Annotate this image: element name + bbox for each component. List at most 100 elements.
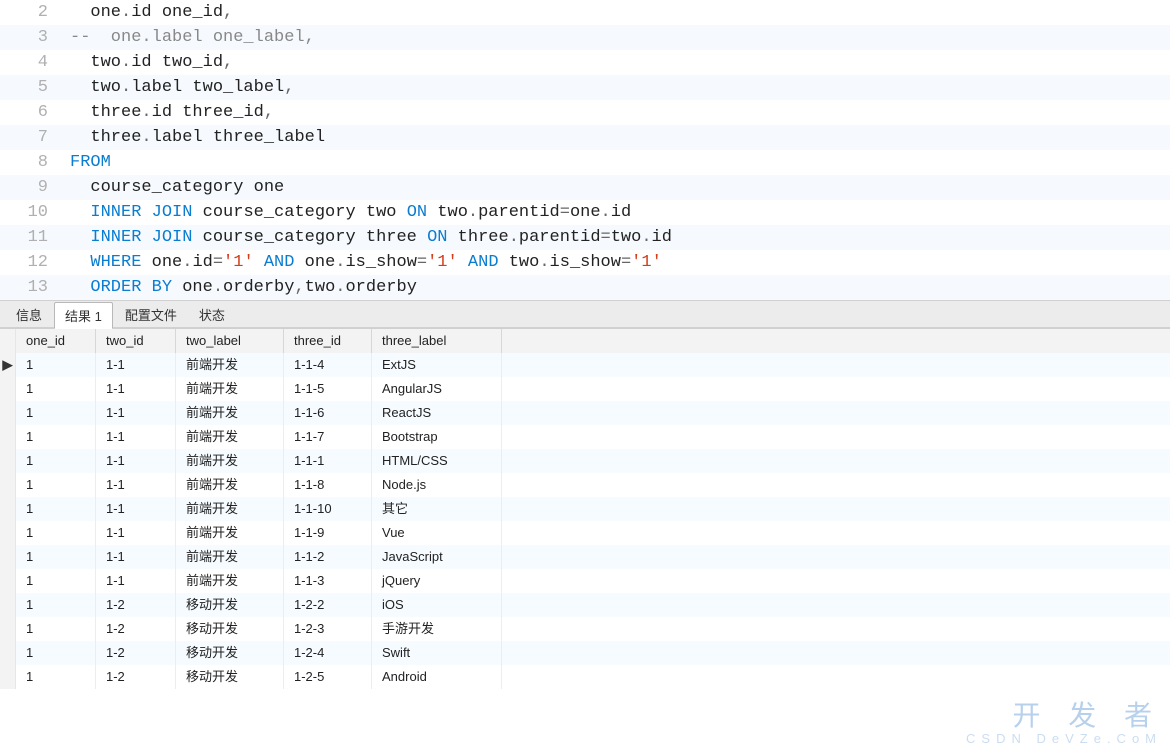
cell[interactable]: 前端开发 xyxy=(176,497,284,521)
cell[interactable]: 移动开发 xyxy=(176,665,284,689)
cell[interactable]: iOS xyxy=(372,593,502,617)
cell[interactable]: 1-2-4 xyxy=(284,641,372,665)
code-line[interactable]: 7 three.label three_label xyxy=(0,125,1170,150)
cell[interactable]: 1-2 xyxy=(96,665,176,689)
code-line[interactable]: 12 WHERE one.id='1' AND one.is_show='1' … xyxy=(0,250,1170,275)
cell[interactable]: 前端开发 xyxy=(176,401,284,425)
column-header-three_label[interactable]: three_label xyxy=(372,329,502,353)
code-line[interactable]: 6 three.id three_id, xyxy=(0,100,1170,125)
cell[interactable]: 手游开发 xyxy=(372,617,502,641)
code-content[interactable]: three.label three_label xyxy=(62,125,325,150)
code-content[interactable]: INNER JOIN course_category three ON thre… xyxy=(62,225,672,250)
cell[interactable]: 1-1 xyxy=(96,521,176,545)
code-content[interactable]: ORDER BY one.orderby,two.orderby xyxy=(62,275,417,300)
cell[interactable]: 1 xyxy=(16,425,96,449)
code-line[interactable]: 2 one.id one_id, xyxy=(0,0,1170,25)
tab-配置文件[interactable]: 配置文件 xyxy=(115,302,187,327)
table-row[interactable]: 11-1前端开发1-1-10其它 xyxy=(0,497,1170,521)
code-content[interactable]: one.id one_id, xyxy=(62,0,233,25)
cell[interactable]: 移动开发 xyxy=(176,617,284,641)
cell[interactable]: 1-1-8 xyxy=(284,473,372,497)
table-row[interactable]: 11-2移动开发1-2-2iOS xyxy=(0,593,1170,617)
code-line[interactable]: 13 ORDER BY one.orderby,two.orderby xyxy=(0,275,1170,300)
sql-editor[interactable]: 2 one.id one_id,3-- one.label one_label,… xyxy=(0,0,1170,300)
cell[interactable]: 1 xyxy=(16,377,96,401)
cell[interactable]: 1-1 xyxy=(96,401,176,425)
cell[interactable]: 1 xyxy=(16,401,96,425)
cell[interactable]: 其它 xyxy=(372,497,502,521)
cell[interactable]: 1-1 xyxy=(96,497,176,521)
cell[interactable]: HTML/CSS xyxy=(372,449,502,473)
cell[interactable]: 1-1 xyxy=(96,425,176,449)
cell[interactable]: Android xyxy=(372,665,502,689)
cell[interactable]: 1 xyxy=(16,353,96,377)
cell[interactable]: 前端开发 xyxy=(176,521,284,545)
table-row[interactable]: 11-1前端开发1-1-7Bootstrap xyxy=(0,425,1170,449)
cell[interactable]: 1 xyxy=(16,473,96,497)
code-content[interactable]: -- one.label one_label, xyxy=(62,25,315,50)
cell[interactable]: 1-1-7 xyxy=(284,425,372,449)
cell[interactable]: 1-1-9 xyxy=(284,521,372,545)
cell[interactable]: AngularJS xyxy=(372,377,502,401)
cell[interactable]: Node.js xyxy=(372,473,502,497)
column-header-one_id[interactable]: one_id xyxy=(16,329,96,353)
cell[interactable]: 1-1-5 xyxy=(284,377,372,401)
cell[interactable]: 1-1 xyxy=(96,353,176,377)
cell[interactable]: 1-1-10 xyxy=(284,497,372,521)
cell[interactable]: 1-2-3 xyxy=(284,617,372,641)
cell[interactable]: 1-1-1 xyxy=(284,449,372,473)
result-grid[interactable]: one_idtwo_idtwo_labelthree_idthree_label… xyxy=(0,328,1170,689)
cell[interactable]: 前端开发 xyxy=(176,425,284,449)
cell[interactable]: ExtJS xyxy=(372,353,502,377)
table-row[interactable]: 11-1前端开发1-1-5AngularJS xyxy=(0,377,1170,401)
cell[interactable]: 1 xyxy=(16,641,96,665)
cell[interactable]: 1 xyxy=(16,521,96,545)
cell[interactable]: 移动开发 xyxy=(176,641,284,665)
cell[interactable]: 前端开发 xyxy=(176,353,284,377)
code-content[interactable]: FROM xyxy=(62,150,111,175)
cell[interactable]: 前端开发 xyxy=(176,569,284,593)
cell[interactable]: 1-1-3 xyxy=(284,569,372,593)
table-row[interactable]: 11-2移动开发1-2-3手游开发 xyxy=(0,617,1170,641)
cell[interactable]: 前端开发 xyxy=(176,473,284,497)
cell[interactable]: 1 xyxy=(16,617,96,641)
table-row[interactable]: 11-2移动开发1-2-5Android xyxy=(0,665,1170,689)
cell[interactable]: 1-2 xyxy=(96,617,176,641)
code-line[interactable]: 11 INNER JOIN course_category three ON t… xyxy=(0,225,1170,250)
table-row[interactable]: 11-1前端开发1-1-9Vue xyxy=(0,521,1170,545)
tab-结果 1[interactable]: 结果 1 xyxy=(54,302,113,329)
cell[interactable]: 1 xyxy=(16,497,96,521)
code-content[interactable]: WHERE one.id='1' AND one.is_show='1' AND… xyxy=(62,250,662,275)
cell[interactable]: 前端开发 xyxy=(176,377,284,401)
cell[interactable]: 移动开发 xyxy=(176,593,284,617)
cell[interactable]: JavaScript xyxy=(372,545,502,569)
cell[interactable]: 1-1-6 xyxy=(284,401,372,425)
tab-信息[interactable]: 信息 xyxy=(6,302,52,327)
table-row[interactable]: 11-2移动开发1-2-4Swift xyxy=(0,641,1170,665)
cell[interactable]: 1-2-5 xyxy=(284,665,372,689)
cell[interactable]: 1-1 xyxy=(96,545,176,569)
cell[interactable]: Vue xyxy=(372,521,502,545)
cell[interactable]: 1 xyxy=(16,569,96,593)
column-header-two_id[interactable]: two_id xyxy=(96,329,176,353)
code-content[interactable]: course_category one xyxy=(62,175,284,200)
code-content[interactable]: two.id two_id, xyxy=(62,50,233,75)
cell[interactable]: 1-2-2 xyxy=(284,593,372,617)
table-row[interactable]: 11-1前端开发1-1-8Node.js xyxy=(0,473,1170,497)
cell[interactable]: jQuery xyxy=(372,569,502,593)
column-header-two_label[interactable]: two_label xyxy=(176,329,284,353)
code-line[interactable]: 10 INNER JOIN course_category two ON two… xyxy=(0,200,1170,225)
cell[interactable]: Bootstrap xyxy=(372,425,502,449)
code-line[interactable]: 9 course_category one xyxy=(0,175,1170,200)
table-row[interactable]: 11-1前端开发1-1-1HTML/CSS xyxy=(0,449,1170,473)
cell[interactable]: ReactJS xyxy=(372,401,502,425)
cell[interactable]: Swift xyxy=(372,641,502,665)
code-line[interactable]: 4 two.id two_id, xyxy=(0,50,1170,75)
code-content[interactable]: two.label two_label, xyxy=(62,75,294,100)
cell[interactable]: 1-2 xyxy=(96,593,176,617)
column-header-three_id[interactable]: three_id xyxy=(284,329,372,353)
code-line[interactable]: 5 two.label two_label, xyxy=(0,75,1170,100)
cell[interactable]: 1-1-2 xyxy=(284,545,372,569)
cell[interactable]: 1 xyxy=(16,545,96,569)
cell[interactable]: 1 xyxy=(16,449,96,473)
